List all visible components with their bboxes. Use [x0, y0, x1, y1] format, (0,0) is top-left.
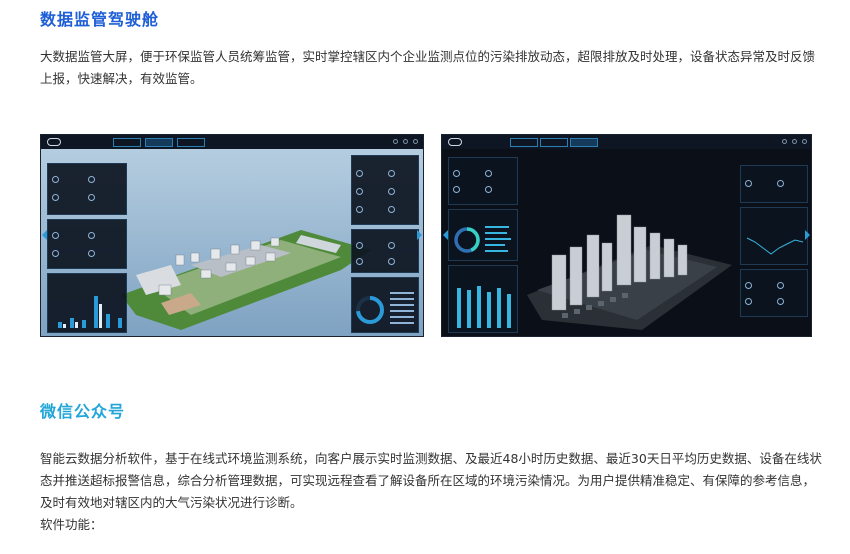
tab-1[interactable]: [113, 138, 141, 147]
panel-left-2: [47, 219, 127, 269]
gauge-icon: [745, 180, 752, 187]
app-logo: [47, 138, 61, 146]
gauge-icon: [777, 180, 784, 187]
power-icon[interactable]: [802, 139, 807, 144]
drop-icon: [356, 188, 363, 195]
panel-left-bar-chart: [47, 273, 127, 333]
device-icon: [777, 282, 784, 289]
app-topbar: [442, 135, 811, 149]
panel-left-ring: [448, 209, 518, 261]
gauge-icon: [485, 186, 492, 193]
gauge-icon: [88, 176, 95, 183]
settings-icon[interactable]: [393, 139, 398, 144]
panel-left-1: [448, 157, 518, 205]
prev-arrow-icon[interactable]: [42, 230, 47, 240]
section-title-wechat: 微信公众号: [40, 402, 126, 421]
app-topbar: [41, 135, 423, 149]
tab-3[interactable]: [570, 138, 598, 147]
station-icon: [388, 258, 395, 265]
panel-right-1: [740, 165, 808, 203]
drop-icon: [388, 170, 395, 177]
settings-icon[interactable]: [782, 139, 787, 144]
tab-3[interactable]: [177, 138, 205, 147]
tab-1[interactable]: [510, 138, 538, 147]
user-icon[interactable]: [792, 139, 797, 144]
gauge-icon: [52, 176, 59, 183]
panel-right-ring: [351, 277, 419, 333]
panel-left-bar-chart: [448, 265, 518, 333]
device-icon: [52, 232, 59, 239]
dashboard-description: 大数据监管大屏，便于环保监管人员统筹监管，实时掌控辖区内个企业监测点位的污染排放…: [40, 49, 816, 86]
wechat-description: 智能云数据分析软件，基于在线式环境监测系统，向客户展示实时监测数据、及最近48小…: [40, 451, 822, 510]
station-icon: [356, 242, 363, 249]
dashboard-screenshot-buildings: [441, 134, 812, 337]
panel-left-1: [47, 163, 127, 215]
device-icon: [745, 282, 752, 289]
features-label: 软件功能：: [40, 517, 103, 532]
prev-arrow-icon[interactable]: [443, 230, 448, 240]
gauge-icon: [485, 170, 492, 177]
device-icon: [52, 250, 59, 257]
station-icon: [356, 258, 363, 265]
mini-bar-chart: [457, 286, 511, 328]
ring-chart: [454, 226, 511, 253]
tab-2[interactable]: [145, 138, 173, 147]
mini-bar-chart: [58, 296, 122, 328]
gauge-icon: [453, 170, 460, 177]
mini-line-chart: [746, 237, 804, 255]
device-icon: [88, 250, 95, 257]
device-icon: [88, 232, 95, 239]
drop-icon: [388, 188, 395, 195]
next-arrow-icon[interactable]: [805, 230, 810, 240]
device-icon: [745, 298, 752, 305]
next-arrow-icon[interactable]: [417, 230, 422, 240]
gauge-icon: [52, 194, 59, 201]
panel-right-1: [351, 155, 419, 225]
device-icon: [777, 298, 784, 305]
drop-icon: [388, 206, 395, 213]
app-logo: [448, 138, 462, 146]
tab-2[interactable]: [540, 138, 568, 147]
drop-icon: [356, 206, 363, 213]
power-icon[interactable]: [413, 139, 418, 144]
panel-right-line-chart: [740, 207, 808, 265]
gauge-icon: [453, 186, 460, 193]
drop-icon: [356, 170, 363, 177]
user-icon[interactable]: [403, 139, 408, 144]
ring-chart: [356, 292, 414, 324]
dashboard-screenshot-map: [40, 134, 424, 337]
station-icon: [388, 242, 395, 249]
panel-right-2: [351, 229, 419, 273]
gauge-icon: [88, 194, 95, 201]
panel-right-2: [740, 269, 808, 317]
section-title-dashboard: 数据监管驾驶舱: [40, 10, 160, 29]
